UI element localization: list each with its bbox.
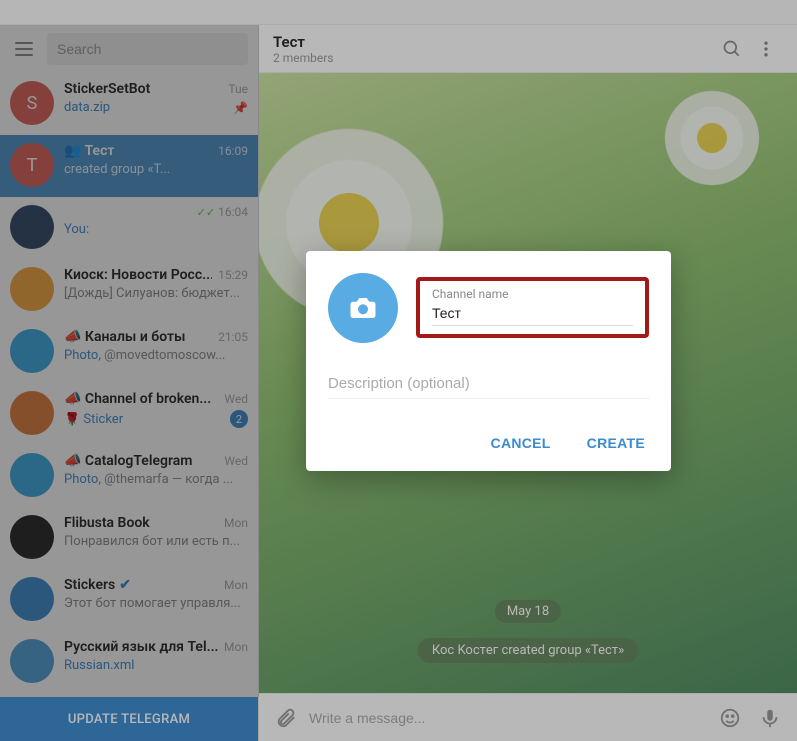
channel-name-label: Channel name [432,287,633,301]
modal-overlay[interactable]: Channel name CANCEL CREATE [0,0,797,741]
new-channel-dialog: Channel name CANCEL CREATE [306,251,671,471]
create-button[interactable]: CREATE [583,429,649,457]
cancel-button[interactable]: CANCEL [487,429,555,457]
channel-name-field-highlight: Channel name [416,277,649,338]
channel-photo-button[interactable] [328,273,398,343]
channel-name-input[interactable] [432,303,633,326]
channel-description-input[interactable] [328,371,649,399]
